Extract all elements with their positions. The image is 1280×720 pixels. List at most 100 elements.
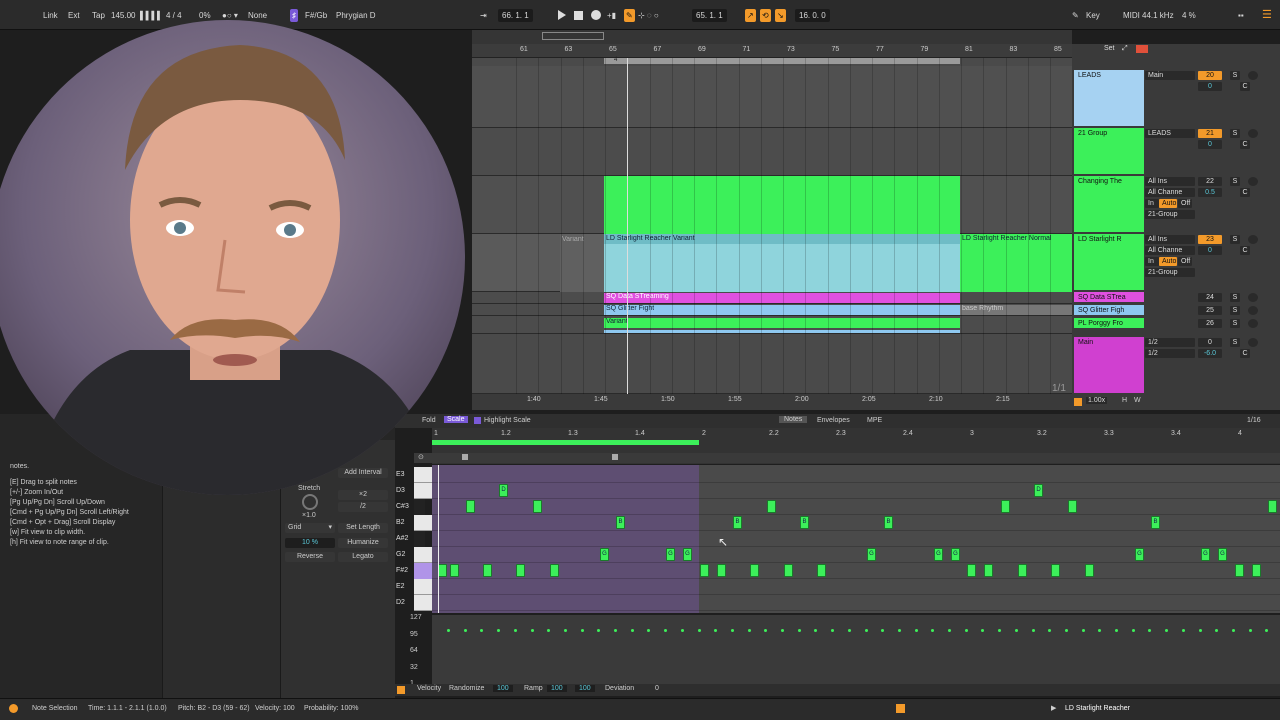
velocity-marker[interactable] — [847, 629, 851, 632]
mixer-track-2[interactable]: Changing The — [1074, 176, 1144, 232]
arm-icon[interactable] — [1248, 319, 1258, 328]
velocity-marker[interactable] — [630, 629, 634, 632]
ext-button[interactable]: Ext — [68, 9, 80, 22]
follow-icon[interactable]: ⇥ — [480, 9, 487, 22]
clip-sliver[interactable] — [604, 330, 960, 333]
track-volume[interactable]: 0 — [1198, 140, 1222, 149]
ramp-start[interactable]: 100 — [547, 685, 567, 692]
clip-sq-glitter[interactable]: SQ Glitter Fight — [604, 305, 960, 315]
velocity-marker[interactable] — [530, 629, 534, 632]
velocity-marker[interactable] — [1064, 629, 1068, 632]
monitor-in-button[interactable]: In — [1145, 257, 1159, 266]
midi-note[interactable]: G — [934, 548, 943, 561]
track-number[interactable]: 26 — [1198, 319, 1222, 328]
track-number[interactable]: 25 — [1198, 306, 1222, 315]
track-number[interactable]: 20 — [1198, 71, 1222, 80]
piano-row[interactable] — [432, 547, 1280, 563]
velocity-marker[interactable] — [1231, 629, 1235, 632]
loop-length-field[interactable]: 16. 0. 0 — [795, 9, 830, 22]
h-button[interactable]: H — [1122, 397, 1127, 404]
key-map-button[interactable]: Key — [1086, 9, 1100, 22]
piano-key-white[interactable] — [414, 595, 432, 611]
tempo-field[interactable]: 145.00 — [111, 9, 135, 22]
midi-note[interactable] — [784, 564, 793, 577]
midi-note[interactable]: G — [1218, 548, 1227, 561]
velocity-marker[interactable] — [680, 629, 684, 632]
time-signature-field[interactable]: 4 / 4 — [166, 9, 182, 22]
velocity-marker[interactable] — [1081, 629, 1085, 632]
mixer-track-3[interactable]: LD Starlight R — [1074, 234, 1144, 290]
overdub-icon[interactable]: +▮ — [607, 9, 616, 22]
track-group-select[interactable]: 21-Group — [1145, 268, 1195, 277]
halve-button[interactable]: /2 — [338, 502, 388, 512]
midi-note[interactable]: B — [1151, 516, 1160, 529]
midi-note[interactable] — [1252, 564, 1261, 577]
clip-ld-variant[interactable]: LD Starlight Reacher Variant — [604, 234, 960, 292]
velocity-marker[interactable] — [948, 629, 951, 632]
grid-select[interactable]: Grid ▾ — [285, 523, 335, 533]
capture-icon[interactable]: ⊹ ◌ ○ — [638, 9, 659, 22]
midi-note[interactable] — [1018, 564, 1027, 577]
velocity-marker[interactable] — [447, 629, 450, 632]
track-number[interactable]: 21 — [1198, 129, 1222, 138]
add-interval-button[interactable]: Add Interval — [338, 468, 388, 478]
midi-note[interactable]: B — [884, 516, 893, 529]
fold-button[interactable]: Fold — [422, 417, 436, 424]
randomize-button[interactable]: Randomize — [449, 685, 484, 692]
start-marker[interactable] — [462, 454, 468, 460]
midi-note[interactable] — [1085, 564, 1094, 577]
midi-note[interactable]: B — [733, 516, 742, 529]
piano-row[interactable] — [432, 499, 1280, 515]
close-icon[interactable] — [1136, 45, 1148, 53]
track-volume[interactable]: -6.0 — [1198, 349, 1222, 358]
punch-in-icon[interactable]: ↗ — [745, 9, 756, 22]
loop-brace[interactable]: 4 — [604, 57, 960, 64]
midi-note[interactable]: D — [499, 484, 508, 497]
loop-switch[interactable]: ⟲ — [760, 9, 771, 22]
monitor-auto-button[interactable]: Auto — [1159, 257, 1177, 266]
info-icon[interactable] — [9, 704, 18, 713]
track-route-select[interactable]: Main — [1145, 71, 1195, 80]
midi-note[interactable] — [767, 500, 776, 513]
crossfade-button[interactable]: C — [1240, 349, 1250, 358]
clip-region-strip[interactable]: ⊙ — [414, 453, 1280, 463]
set-length-button[interactable]: Set Length — [338, 523, 388, 533]
scale-mode-icon[interactable]: ♯ — [290, 9, 298, 22]
piano-key-black[interactable] — [414, 499, 425, 515]
midi-note[interactable]: B — [616, 516, 625, 529]
solo-button[interactable]: S — [1230, 306, 1240, 315]
midi-note[interactable] — [717, 564, 726, 577]
arm-icon[interactable] — [1248, 177, 1258, 186]
clip-base-rhythm[interactable]: base Rhythm — [960, 305, 1072, 315]
piano-key-black[interactable] — [414, 531, 425, 547]
midi-note[interactable]: G — [1135, 548, 1144, 561]
velocity-marker[interactable] — [463, 629, 467, 632]
zoom-icon[interactable] — [1074, 398, 1082, 406]
track-route-select[interactable]: All Ins — [1145, 235, 1195, 244]
track-route-select[interactable]: LEADS — [1145, 129, 1195, 138]
lane-main[interactable] — [472, 334, 1072, 394]
crossfade-button[interactable]: C — [1240, 188, 1250, 197]
piano-key-white[interactable] — [414, 579, 432, 595]
play-icon[interactable]: ▶ — [1051, 704, 1056, 712]
clip-changing[interactable] — [604, 176, 960, 234]
velocity-toggle-icon[interactable] — [397, 686, 405, 694]
bar-ruler[interactable]: 61 63 65 67 69 71 73 75 77 79 81 83 85 — [472, 44, 1072, 58]
mixer-track-4[interactable]: SQ Data STrea — [1074, 292, 1144, 302]
midi-note[interactable] — [1068, 500, 1077, 513]
clip-variant-small[interactable]: Variant — [604, 318, 960, 328]
ramp-button[interactable]: Ramp — [524, 685, 543, 692]
clip-loop-bar[interactable] — [432, 440, 699, 445]
monitor-auto-button[interactable]: Auto — [1159, 199, 1177, 208]
track-number[interactable]: 22 — [1198, 177, 1222, 186]
velocity-marker[interactable] — [563, 629, 567, 632]
midi-note[interactable]: G — [867, 548, 876, 561]
piano-row[interactable] — [432, 483, 1280, 499]
humanize-amount[interactable]: 10 % — [285, 538, 335, 548]
piano-row[interactable] — [432, 579, 1280, 595]
midi-note[interactable] — [967, 564, 976, 577]
midi-note[interactable] — [466, 500, 475, 513]
mixer-track-6[interactable]: PL Porggy Fro — [1074, 318, 1144, 328]
track-route2-select[interactable]: All Channe — [1145, 188, 1195, 197]
monitor-off-button[interactable]: Off — [1178, 199, 1192, 208]
